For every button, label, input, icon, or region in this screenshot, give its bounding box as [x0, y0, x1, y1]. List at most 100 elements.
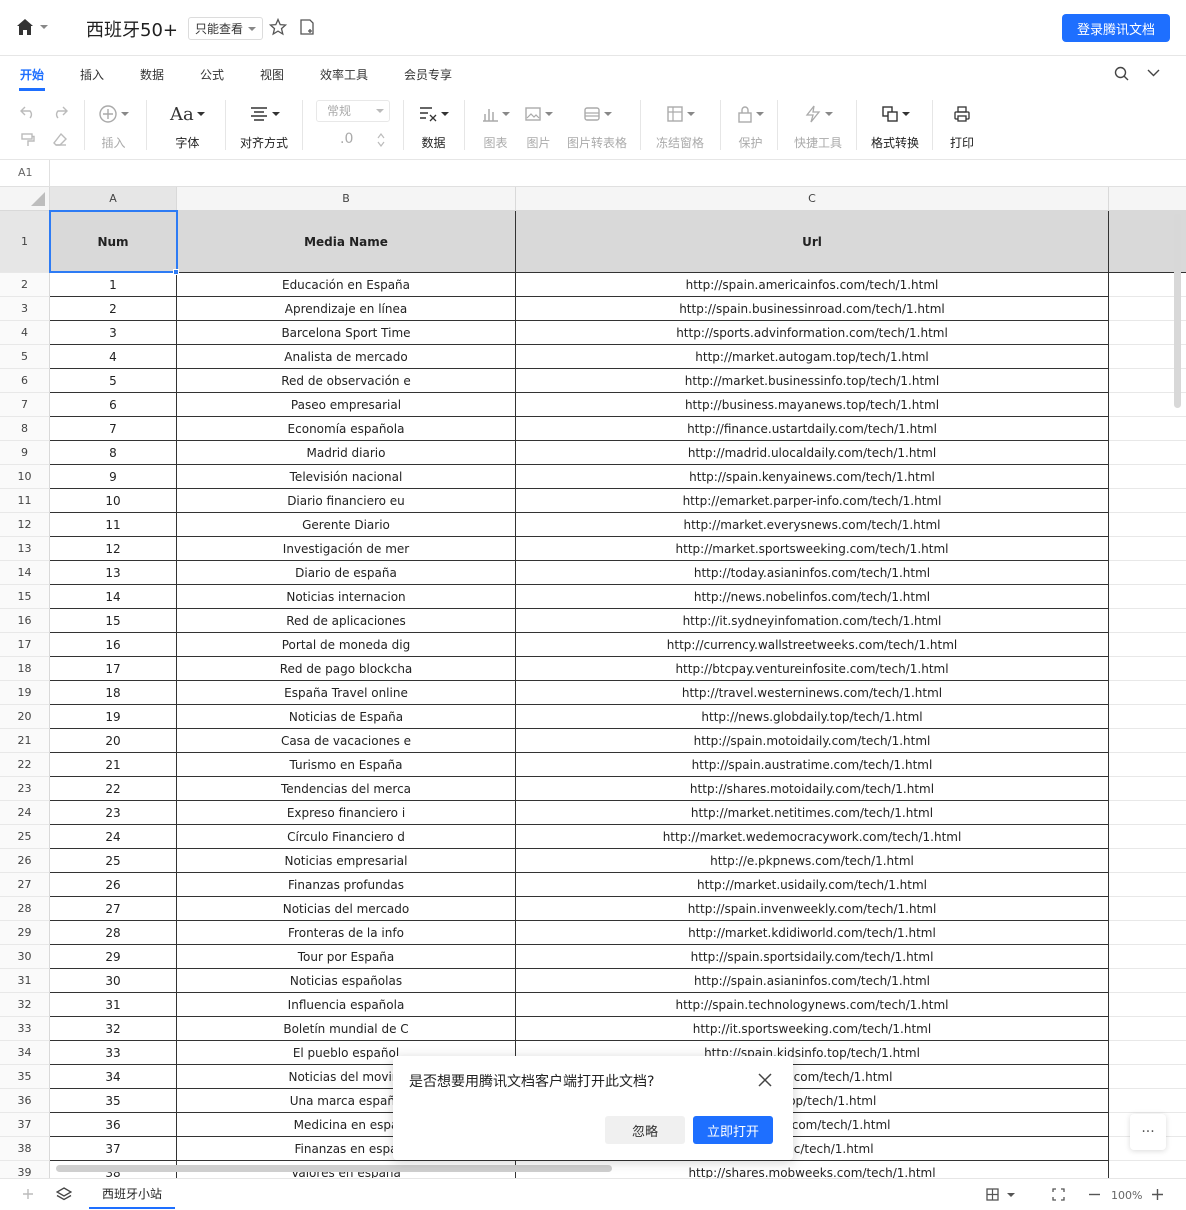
cell-url[interactable]: http://market.businessinfo.top/tech/1.ht…	[516, 369, 1109, 393]
cell-url[interactable]: http://market.usidaily.com/tech/1.html	[516, 873, 1109, 897]
cell-media-name[interactable]: Aprendizaje en línea	[177, 297, 516, 321]
column-header-c[interactable]: C	[516, 187, 1109, 211]
image-button[interactable]: 图片	[524, 102, 553, 151]
row-header[interactable]: 29	[0, 921, 50, 945]
cell-num[interactable]: 26	[50, 873, 177, 897]
chart-button[interactable]: 图表	[481, 102, 510, 151]
cell-empty[interactable]	[1109, 969, 1186, 993]
cell-media-name[interactable]: Noticias españolas	[177, 969, 516, 993]
cell-empty[interactable]	[1109, 1041, 1186, 1065]
cell-num[interactable]: 23	[50, 801, 177, 825]
column-header-b[interactable]: B	[177, 187, 516, 211]
cell-empty[interactable]	[1109, 489, 1186, 513]
number-format-select[interactable]: 常规	[316, 100, 390, 122]
cell-media-name[interactable]: Fronteras de la info	[177, 921, 516, 945]
cell-num[interactable]: 13	[50, 561, 177, 585]
search-icon[interactable]	[1114, 66, 1129, 81]
row-header[interactable]: 12	[0, 513, 50, 537]
row-header[interactable]: 5	[0, 345, 50, 369]
row-header[interactable]: 16	[0, 609, 50, 633]
spreadsheet-grid[interactable]: A B C 1 Num Media Name Url 2 1 Educación e…	[0, 187, 1186, 1178]
redo-icon[interactable]	[52, 105, 68, 119]
cell-media-name[interactable]: Noticias internacion	[177, 585, 516, 609]
cell-url[interactable]: http://spain.motoidaily.com/tech/1.html	[516, 729, 1109, 753]
row-header[interactable]: 23	[0, 777, 50, 801]
row-header[interactable]: 26	[0, 849, 50, 873]
cell-media-name[interactable]: Noticias de España	[177, 705, 516, 729]
row-header[interactable]: 11	[0, 489, 50, 513]
tab-start[interactable]: 开始	[20, 66, 44, 83]
cell-media-name[interactable]: Diario financiero eu	[177, 489, 516, 513]
cell-num[interactable]: 2	[50, 297, 177, 321]
cell-media-name[interactable]: Tendencias del merca	[177, 777, 516, 801]
cell-num[interactable]: 16	[50, 633, 177, 657]
cell-url[interactable]: http://it.sportsweeking.com/tech/1.html	[516, 1017, 1109, 1041]
cell-url[interactable]: http://e.pkpnews.com/tech/1.html	[516, 849, 1109, 873]
cell-media-name[interactable]: Noticias del mercado	[177, 897, 516, 921]
cell-url[interactable]: http://shares.motoidaily.com/tech/1.html	[516, 777, 1109, 801]
cell-url[interactable]: http://market.netitimes.com/tech/1.html	[516, 801, 1109, 825]
format-painter-icon[interactable]	[20, 132, 36, 148]
cell-num[interactable]: 27	[50, 897, 177, 921]
cell-media-name[interactable]: Analista de mercado	[177, 345, 516, 369]
cell-media-name[interactable]: Investigación de mer	[177, 537, 516, 561]
cell-url[interactable]: http://madrid.ulocaldaily.com/tech/1.htm…	[516, 441, 1109, 465]
cell-url[interactable]: http://sports.advinformation.com/tech/1.…	[516, 321, 1109, 345]
column-header-d[interactable]	[1109, 187, 1186, 211]
clear-format-icon[interactable]	[52, 132, 68, 148]
tab-formula[interactable]: 公式	[200, 66, 224, 83]
cell-num[interactable]: 28	[50, 921, 177, 945]
grid-view-icon[interactable]	[986, 1188, 999, 1201]
row-header[interactable]: 24	[0, 801, 50, 825]
add-sheet-icon[interactable]	[22, 1188, 34, 1200]
cell-media-name[interactable]: Paseo empresarial	[177, 393, 516, 417]
cell-empty[interactable]	[1109, 465, 1186, 489]
cell-media-name[interactable]: Círculo Financiero d	[177, 825, 516, 849]
cell-empty[interactable]	[1109, 441, 1186, 465]
cell-num[interactable]: 34	[50, 1065, 177, 1089]
home-menu[interactable]	[16, 18, 48, 36]
cell-empty[interactable]	[1109, 945, 1186, 969]
row-header[interactable]: 21	[0, 729, 50, 753]
data-button[interactable]: 数据	[418, 102, 449, 151]
cell-num[interactable]: 35	[50, 1089, 177, 1113]
cell-media-name[interactable]: Turismo en España	[177, 753, 516, 777]
mode-dropdown[interactable]: 只能查看	[188, 17, 264, 40]
cell-media-name[interactable]: Red de pago blockcha	[177, 657, 516, 681]
cell-empty[interactable]	[1109, 633, 1186, 657]
cell-url[interactable]: http://market.wedemocracywork.com/tech/1…	[516, 825, 1109, 849]
tab-data[interactable]: 数据	[140, 66, 164, 83]
header-cell-media-name[interactable]: Media Name	[177, 211, 516, 273]
cell-url[interactable]: http://business.mayanews.top/tech/1.html	[516, 393, 1109, 417]
row-header[interactable]: 35	[0, 1065, 50, 1089]
cell-num[interactable]: 32	[50, 1017, 177, 1041]
cell-empty[interactable]	[1109, 657, 1186, 681]
row-header[interactable]: 25	[0, 825, 50, 849]
cell-empty[interactable]	[1109, 825, 1186, 849]
cell-media-name[interactable]: Educación en España	[177, 273, 516, 297]
cell-empty[interactable]	[1109, 1065, 1186, 1089]
cell-num[interactable]: 15	[50, 609, 177, 633]
cell-num[interactable]: 12	[50, 537, 177, 561]
format-convert-button[interactable]: 格式转换	[871, 102, 919, 151]
fill-handle[interactable]	[173, 269, 179, 275]
insert-button[interactable]: 插入	[98, 102, 129, 151]
cell-empty[interactable]	[1109, 537, 1186, 561]
cell-url[interactable]: http://spain.americainfos.com/tech/1.htm…	[516, 273, 1109, 297]
cell-num[interactable]: 9	[50, 465, 177, 489]
cell-num[interactable]: 5	[50, 369, 177, 393]
cell-media-name[interactable]: Tour por España	[177, 945, 516, 969]
cell-url[interactable]: http://finance.ustartdaily.com/tech/1.ht…	[516, 417, 1109, 441]
cell-media-name[interactable]: Red de aplicaciones	[177, 609, 516, 633]
cell-num[interactable]: 6	[50, 393, 177, 417]
cell-num[interactable]: 17	[50, 657, 177, 681]
row-header[interactable]: 18	[0, 657, 50, 681]
header-cell-num[interactable]: Num	[50, 211, 177, 273]
cell-empty[interactable]	[1109, 777, 1186, 801]
cell-url[interactable]: http://news.nobelinfos.com/tech/1.html	[516, 585, 1109, 609]
cell-num[interactable]: 1	[50, 273, 177, 297]
cell-empty[interactable]	[1109, 993, 1186, 1017]
cell-num[interactable]: 31	[50, 993, 177, 1017]
zoom-in-icon[interactable]	[1152, 1189, 1163, 1200]
sheet-tab[interactable]: 西班牙小站	[89, 1179, 175, 1209]
